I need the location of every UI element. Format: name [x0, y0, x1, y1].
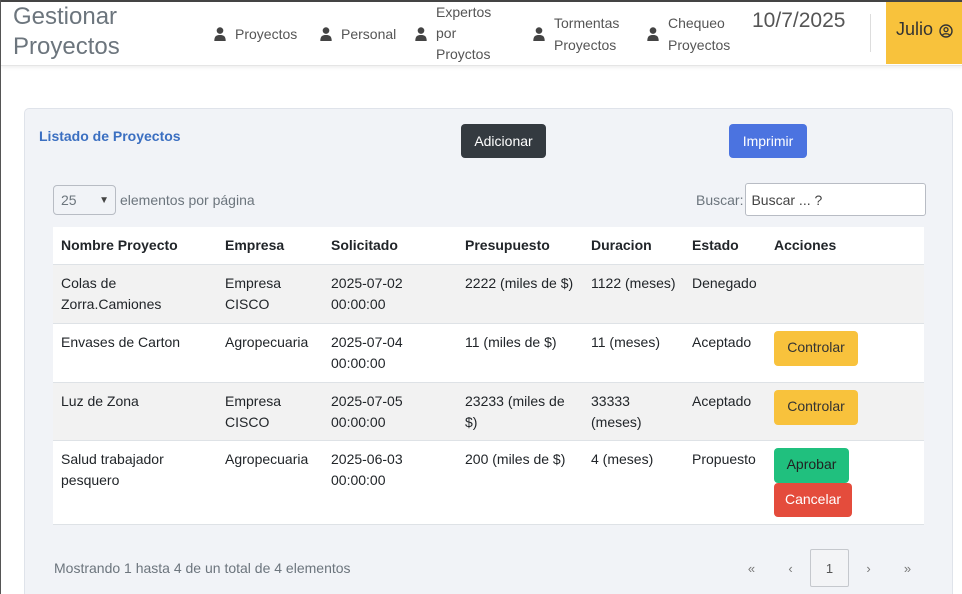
user-icon [214, 27, 226, 41]
nav-item-label: Proyectos [235, 26, 298, 42]
cell-duracion: 1122 (meses) [583, 264, 684, 324]
nav-item-label: Tormentas Proyectos [554, 15, 620, 53]
prev-page-button[interactable]: ‹ [771, 549, 810, 587]
next-page-button[interactable]: › [849, 549, 888, 587]
nav-item-label: Personal [341, 26, 397, 42]
cell-empresa: Empresa CISCO [217, 382, 323, 441]
cell-solicitado: 2025-06-03 00:00:00 [323, 440, 457, 525]
nav-item-expertos[interactable]: Expertos por Proyctos [415, 2, 496, 65]
table-row: Luz de Zona Empresa CISCO 2025-07-05 00:… [53, 382, 924, 441]
cell-empresa: Empresa CISCO [217, 264, 323, 324]
cell-presupuesto: 2222 (miles de $) [457, 264, 583, 324]
cell-solicitado: 2025-07-05 00:00:00 [323, 382, 457, 441]
table-info: Mostrando 1 hasta 4 de un total de 4 ele… [54, 560, 351, 576]
cell-acciones: Controlar [766, 323, 924, 383]
column-header-presupuesto[interactable]: Presupuesto [457, 227, 583, 265]
cell-acciones: Controlar [766, 382, 924, 441]
search-label: Buscar: [696, 191, 744, 208]
projects-card: Listado de Proyectos Adicionar Imprimir … [24, 108, 953, 594]
cell-presupuesto: 200 (miles de $) [457, 440, 583, 525]
cell-duracion: 33333 (meses) [583, 382, 684, 441]
cell-nombre: Salud trabajador pesquero [53, 440, 217, 525]
cell-duracion: 11 (meses) [583, 323, 684, 383]
nav-item-label: Expertos por Proyctos [436, 4, 492, 62]
table-header-row: Nombre Proyecto Empresa Solicitado Presu… [53, 227, 924, 265]
search-control: Buscar: [696, 183, 927, 216]
nav-item-chequeo[interactable]: Chequeo Proyectos [647, 12, 738, 56]
brand-title[interactable]: Gestionar Proyectos [13, 2, 203, 62]
user-icon [320, 27, 332, 41]
chevron-down-icon: ▼ [99, 194, 109, 206]
user-icon [533, 27, 545, 41]
column-header-empresa[interactable]: Empresa [217, 227, 323, 265]
column-header-acciones: Acciones [766, 227, 924, 265]
current-date: 10/7/2025 [752, 9, 846, 32]
table-row: Envases de Carton Agropecuaria 2025-07-0… [53, 323, 924, 383]
first-page-button[interactable]: « [732, 549, 771, 587]
cell-solicitado: 2025-07-02 00:00:00 [323, 264, 457, 324]
search-input[interactable] [745, 183, 927, 216]
cell-estado: Aceptado [684, 382, 766, 441]
user-icon [647, 27, 659, 41]
per-page-label: elementos por página [120, 192, 255, 208]
print-button[interactable]: Imprimir [729, 124, 807, 158]
cell-presupuesto: 11 (miles de $) [457, 323, 583, 383]
projects-table: Nombre Proyecto Empresa Solicitado Presu… [53, 227, 924, 525]
cell-duracion: 4 (meses) [583, 440, 684, 525]
top-navbar: Gestionar Proyectos Proyectos Personal E… [1, 0, 962, 66]
nav-item-label: Chequeo Proyectos [668, 15, 731, 53]
cell-nombre: Envases de Carton [53, 323, 217, 383]
user-icon [415, 26, 427, 41]
cancelar-button[interactable]: Cancelar [774, 482, 852, 517]
controlar-button[interactable]: Controlar [774, 330, 858, 366]
cell-acciones [766, 264, 924, 324]
table-row: Salud trabajador pesquero Agropecuaria 2… [53, 440, 924, 525]
controlar-button[interactable]: Controlar [774, 389, 858, 425]
nav-item-personal[interactable]: Personal [320, 23, 396, 45]
nav-item-proyectos[interactable]: Proyectos [214, 23, 297, 45]
cell-acciones: Aprobar Cancelar [766, 440, 924, 525]
cell-empresa: Agropecuaria [217, 440, 323, 525]
column-header-nombre[interactable]: Nombre Proyecto [53, 227, 217, 265]
user-name: Julio [895, 19, 934, 39]
cell-empresa: Agropecuaria [217, 323, 323, 383]
cell-estado: Propuesto [684, 440, 766, 525]
nav-item-tormentas[interactable]: Tormentas Proyectos [533, 12, 624, 56]
aprobar-button[interactable]: Aprobar [774, 447, 849, 483]
per-page-select[interactable]: 25 ▼ [53, 185, 116, 215]
cell-nombre: Luz de Zona [53, 382, 217, 441]
user-menu-button[interactable]: Julio [886, 2, 962, 64]
card-title: Listado de Proyectos [39, 128, 181, 144]
user-circle-icon [939, 24, 953, 38]
table-row: Colas de Zorra.Camiones Empresa CISCO 20… [53, 264, 924, 324]
cell-nombre: Colas de Zorra.Camiones [53, 264, 217, 324]
cell-estado: Aceptado [684, 323, 766, 383]
cell-presupuesto: 23233 (miles de $) [457, 382, 583, 441]
column-header-estado[interactable]: Estado [684, 227, 766, 265]
page-1-button[interactable]: 1 [810, 549, 849, 587]
pagination: « ‹ 1 › » [732, 549, 927, 587]
cell-estado: Denegado [684, 264, 766, 324]
per-page-control: 25 ▼ elementos por página [53, 185, 255, 215]
last-page-button[interactable]: » [888, 549, 927, 587]
column-header-solicitado[interactable]: Solicitado [323, 227, 457, 265]
divider [870, 14, 871, 52]
add-button[interactable]: Adicionar [461, 124, 546, 158]
cell-solicitado: 2025-07-04 00:00:00 [323, 323, 457, 383]
column-header-duracion[interactable]: Duracion [583, 227, 684, 265]
per-page-value: 25 [61, 192, 77, 208]
